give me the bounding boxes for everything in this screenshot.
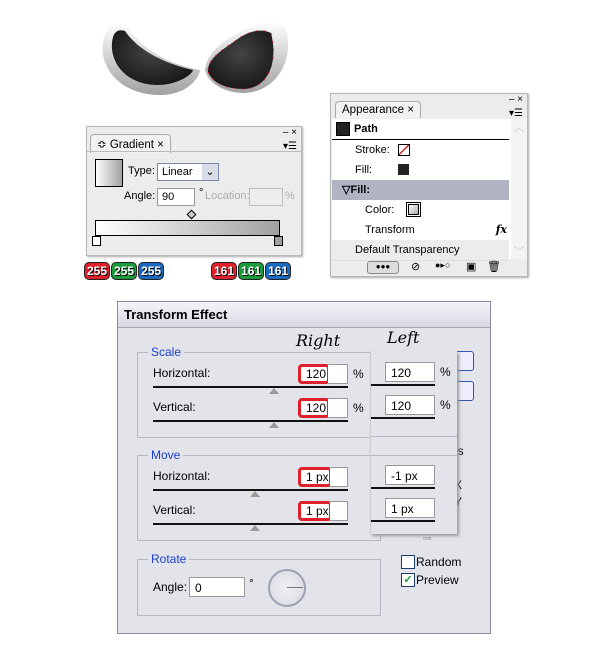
gradient-color-swatch[interactable] xyxy=(406,202,421,217)
appearance-list: Path Stroke: Fill: ▽Fill: Color: Transfo… xyxy=(332,119,527,261)
location-input[interactable] xyxy=(249,188,283,206)
tab-appearance[interactable]: Appearance × xyxy=(335,101,421,118)
gradient-swatch[interactable] xyxy=(95,159,123,187)
random-checkbox[interactable] xyxy=(401,555,415,569)
scale-horizontal-slider[interactable] xyxy=(153,386,348,388)
color-row[interactable]: Color: xyxy=(332,200,509,221)
gradient-stop-left[interactable] xyxy=(92,236,101,246)
move-horizontal-left-input[interactable]: -1 px xyxy=(385,465,435,485)
angle-input[interactable]: 90 xyxy=(157,188,195,206)
gradient-stop-right[interactable] xyxy=(274,236,283,246)
clear-appearance-icon[interactable]: ⊘ xyxy=(411,260,420,273)
path-row[interactable]: Path xyxy=(332,119,509,140)
badges-left: 255 255 255 xyxy=(84,262,165,280)
move-vertical-left-input[interactable]: 1 px xyxy=(385,498,435,518)
gradient-panel: ≎ Gradient × – × ▾☰ Type: Linear ⌄ Angle:… xyxy=(86,126,302,256)
scale-vertical-right-input[interactable]: 120 xyxy=(298,398,330,418)
scrollbar[interactable]: ︿ ﹀ xyxy=(511,119,527,259)
scale-horizontal-right-input[interactable]: 120 xyxy=(298,364,330,384)
gradient-slider[interactable] xyxy=(95,220,280,236)
cancel-button[interactable] xyxy=(454,381,474,401)
panel-menu-icon[interactable]: ▾☰ xyxy=(509,108,523,119)
fill-group-row[interactable]: ▽Fill: xyxy=(332,180,509,201)
angle-dial[interactable] xyxy=(268,569,306,607)
badges-right: 161 161 161 xyxy=(211,262,292,280)
scale-group: Scale Horizontal: 120 % Vertical: 120 % xyxy=(137,345,381,438)
dialog-title: Transform Effect xyxy=(118,302,490,328)
minimize-close-icons[interactable]: – × xyxy=(283,127,297,138)
annotation-left: Left xyxy=(387,328,420,347)
move-horizontal-right-input[interactable]: 1 px xyxy=(298,467,332,487)
appearance-panel: Appearance × – × ▾☰ Path Stroke: Fill: ▽… xyxy=(330,93,528,277)
type-select[interactable]: Linear ⌄ xyxy=(157,163,219,181)
eye-shapes-artwork xyxy=(102,21,289,95)
scale-vertical-slider[interactable] xyxy=(153,420,348,422)
rotate-group: Rotate Angle: 0 ° xyxy=(137,552,381,616)
chevron-down-icon: ⌄ xyxy=(202,164,218,180)
reduce-basic-appearance-icon[interactable]: ●▸○ xyxy=(435,260,450,271)
left-values-overlay: 120 % 120 % -1 px 1 px xyxy=(370,351,457,534)
scale-vertical-left-input[interactable]: 120 xyxy=(385,395,435,415)
move-vertical-right-input[interactable]: 1 px xyxy=(298,501,332,521)
ok-button[interactable] xyxy=(454,351,474,371)
stroke-none-swatch[interactable] xyxy=(398,144,410,156)
path-thumbnail xyxy=(336,122,350,136)
scale-horizontal-left-input[interactable]: 120 xyxy=(385,362,435,382)
stroke-row[interactable]: Stroke: xyxy=(332,140,509,161)
transform-row[interactable]: Transform fx xyxy=(332,220,509,241)
fill-row[interactable]: Fill: xyxy=(332,160,509,181)
trash-icon[interactable]: 🗑 xyxy=(487,260,501,273)
default-transparency-row[interactable]: Default Transparency xyxy=(332,240,509,261)
rotate-angle-input[interactable]: 0 xyxy=(189,577,245,597)
transform-effect-dialog: Transform Effect Scale Horizontal: 120 %… xyxy=(117,301,491,634)
preview-checkbox[interactable]: ✓ xyxy=(401,573,415,587)
duplicate-item-icon[interactable]: ▣ xyxy=(466,260,476,273)
slider-thumb[interactable] xyxy=(250,491,260,497)
close-tab-icon[interactable]: × xyxy=(157,139,164,151)
fill-swatch[interactable] xyxy=(398,164,409,175)
slider-thumb[interactable] xyxy=(269,422,279,428)
new-art-appearance-button[interactable]: ●●● xyxy=(367,261,399,274)
annotation-right: Right xyxy=(296,331,341,350)
panel-options-icon: ≎ xyxy=(97,139,110,151)
move-group: Move Horizontal: 1 px Vertical: 1 px xyxy=(137,448,381,541)
slider-thumb[interactable] xyxy=(269,388,279,394)
slider-thumb[interactable] xyxy=(250,525,260,531)
midpoint-diamond[interactable] xyxy=(186,209,197,220)
minimize-close-icons[interactable]: – × xyxy=(509,94,523,105)
close-tab-icon[interactable]: × xyxy=(407,104,414,116)
reference-point-icon[interactable]: ▫▫▫ xyxy=(423,534,432,543)
